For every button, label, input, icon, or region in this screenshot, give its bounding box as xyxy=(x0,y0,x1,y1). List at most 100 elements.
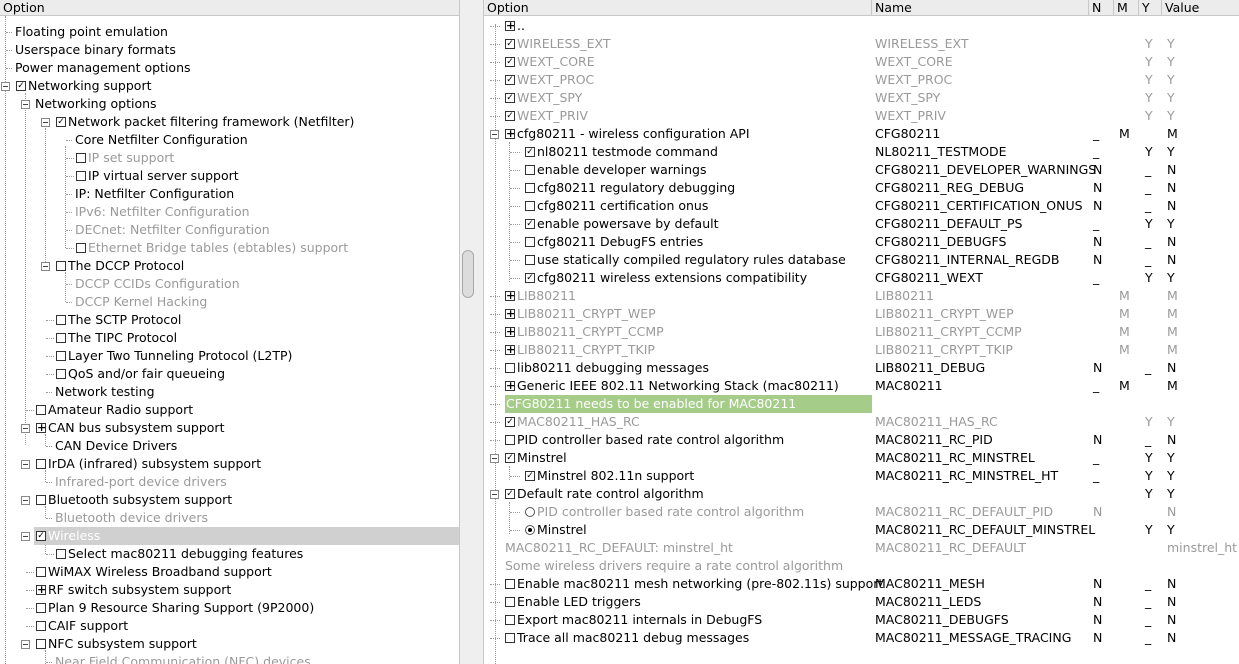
checkbox-checked-icon[interactable] xyxy=(505,489,515,499)
option-n-cell[interactable]: N xyxy=(1093,593,1102,611)
checkbox-unchecked-icon[interactable] xyxy=(76,243,86,253)
checkbox-checked-icon[interactable] xyxy=(16,81,26,91)
option-m-cell[interactable]: M xyxy=(1119,341,1130,359)
checkbox-unchecked-icon[interactable] xyxy=(36,621,46,631)
left-scrollbar-thumb[interactable] xyxy=(462,250,474,298)
option-n-cell[interactable]: N xyxy=(1093,431,1102,449)
checkbox-unchecked-icon[interactable] xyxy=(505,579,515,589)
option-row[interactable]: Minstrel MAC80211_RC_MINSTREL _ YY xyxy=(484,449,1239,467)
option-row[interactable]: Enable mac80211 mesh networking (pre-802… xyxy=(484,575,1239,593)
checkbox-unchecked-icon[interactable] xyxy=(505,363,515,373)
option-y-cell[interactable]: _ xyxy=(1145,359,1151,377)
option-y-cell[interactable]: Y xyxy=(1145,143,1153,161)
option-n-cell[interactable]: N xyxy=(1093,629,1102,647)
tree-row-ip-netfilter[interactable]: IP: Netfilter Configuration xyxy=(0,185,459,203)
option-row[interactable]: MAC80211_HAS_RC MAC80211_HAS_RC YY xyxy=(484,413,1239,431)
checkbox-unchecked-icon[interactable] xyxy=(525,201,535,211)
tree-row-tipc[interactable]: The TIPC Protocol xyxy=(0,329,459,347)
option-y-cell[interactable]: Y xyxy=(1145,449,1153,467)
tree-row-networking-options[interactable]: Networking options xyxy=(0,95,459,113)
checkbox-module-icon[interactable] xyxy=(505,21,515,31)
option-n-cell[interactable]: N xyxy=(1093,575,1102,593)
m-column-header[interactable]: M xyxy=(1114,0,1139,16)
collapse-icon[interactable] xyxy=(21,460,30,469)
option-n-cell[interactable]: N xyxy=(1093,179,1102,197)
option-y-cell[interactable]: Y xyxy=(1145,269,1153,287)
option-row[interactable]: WEXT_PRIV WEXT_PRIV YY xyxy=(484,107,1239,125)
option-y-cell[interactable]: Y xyxy=(1145,107,1153,125)
checkbox-unchecked-icon[interactable] xyxy=(56,369,66,379)
name-column-header[interactable]: Name xyxy=(872,0,1089,16)
option-y-cell[interactable]: _ xyxy=(1145,431,1151,449)
collapse-icon[interactable] xyxy=(490,454,499,463)
option-y-cell[interactable]: Y xyxy=(1145,71,1153,89)
checkbox-unchecked-icon[interactable] xyxy=(505,615,515,625)
checkbox-unchecked-icon[interactable] xyxy=(56,261,66,271)
option-y-cell[interactable]: _ xyxy=(1145,161,1151,179)
option-n-cell[interactable]: _ xyxy=(1093,125,1099,143)
checkbox-checked-icon[interactable] xyxy=(505,93,515,103)
checkbox-module-icon[interactable] xyxy=(505,381,515,391)
option-row[interactable]: Some wireless drivers require a rate con… xyxy=(484,557,1239,575)
tree-row-can-bus[interactable]: CAN bus subsystem support xyxy=(0,419,459,437)
option-row[interactable]: nl80211 testmode command NL80211_TESTMODE… xyxy=(484,143,1239,161)
tree-row-wimax[interactable]: WiMAX Wireless Broadband support xyxy=(0,563,459,581)
checkbox-checked-icon[interactable] xyxy=(525,219,535,229)
checkbox-unchecked-icon[interactable] xyxy=(76,171,86,181)
checkbox-checked-icon[interactable] xyxy=(525,147,535,157)
option-m-cell[interactable]: M xyxy=(1119,287,1130,305)
option-n-cell[interactable]: _ xyxy=(1093,449,1099,467)
tree-row-wireless-selected[interactable]: Wireless xyxy=(34,527,459,545)
option-n-cell[interactable]: N xyxy=(1093,251,1102,269)
tree-row-ipv6-netfilter[interactable]: IPv6: Netfilter Configuration xyxy=(0,203,459,221)
option-n-cell[interactable]: N xyxy=(1093,359,1102,377)
checkbox-unchecked-icon[interactable] xyxy=(56,315,66,325)
collapse-icon[interactable] xyxy=(21,532,30,541)
option-row[interactable]: Enable LED triggers MAC80211_LEDS N _ N xyxy=(484,593,1239,611)
checkbox-module-icon[interactable] xyxy=(505,327,515,337)
option-y-cell[interactable]: Y xyxy=(1145,467,1153,485)
option-n-cell[interactable]: _ xyxy=(1093,467,1099,485)
checkbox-module-icon[interactable] xyxy=(505,129,515,139)
option-m-cell[interactable]: M xyxy=(1119,305,1130,323)
option-m-cell[interactable]: M xyxy=(1119,377,1130,395)
option-y-cell[interactable]: Y xyxy=(1145,215,1153,233)
option-row[interactable]: LIB80211 LIB80211 M M xyxy=(484,287,1239,305)
checkbox-unchecked-icon[interactable] xyxy=(36,639,46,649)
tree-row-netfilter[interactable]: Network packet filtering framework (Netf… xyxy=(0,113,459,131)
tree-row-nfc-devices[interactable]: Near Field Communication (NFC) devices xyxy=(0,653,459,664)
option-y-cell[interactable]: Y xyxy=(1145,413,1153,431)
option-y-cell[interactable]: _ xyxy=(1145,179,1151,197)
option-row[interactable]: Default rate control algorithm YY xyxy=(484,485,1239,503)
checkbox-checked-icon[interactable] xyxy=(505,417,515,427)
checkbox-checked-icon[interactable] xyxy=(525,471,535,481)
option-n-cell[interactable]: N xyxy=(1093,161,1102,179)
tree-row-bluetooth[interactable]: Bluetooth subsystem support xyxy=(0,491,459,509)
checkbox-module-icon[interactable] xyxy=(505,291,515,301)
tree-row-wireless-controls[interactable] xyxy=(0,527,34,545)
checkbox-unchecked-icon[interactable] xyxy=(36,405,46,415)
checkbox-unchecked-icon[interactable] xyxy=(525,255,535,265)
tree-row-ebtables[interactable]: Ethernet Bridge tables (ebtables) suppor… xyxy=(0,239,459,257)
checkbox-unchecked-icon[interactable] xyxy=(525,183,535,193)
checkbox-unchecked-icon[interactable] xyxy=(525,237,535,247)
tree-row-irda[interactable]: IrDA (infrared) subsystem support xyxy=(0,455,459,473)
checkbox-module-icon[interactable] xyxy=(505,345,515,355)
tree-row-rf-switch[interactable]: RF switch subsystem support xyxy=(0,581,459,599)
checkbox-unchecked-icon[interactable] xyxy=(505,633,515,643)
option-y-cell[interactable]: Y xyxy=(1145,89,1153,107)
option-y-cell[interactable]: Y xyxy=(1145,35,1153,53)
checkbox-module-icon[interactable] xyxy=(36,585,46,595)
collapse-icon[interactable] xyxy=(490,130,499,139)
option-m-cell[interactable]: M xyxy=(1119,125,1130,143)
option-row[interactable]: lib80211 debugging messages LIB80211_DEBU… xyxy=(484,359,1239,377)
tree-row-amateur-radio[interactable]: Amateur Radio support xyxy=(0,401,459,419)
tree-row-userspace-binary[interactable]: Userspace binary formats xyxy=(0,41,459,59)
option-row[interactable]: WEXT_PROC WEXT_PROC YY xyxy=(484,71,1239,89)
checkbox-unchecked-icon[interactable] xyxy=(56,351,66,361)
option-column-header[interactable]: Option xyxy=(484,0,872,16)
option-row[interactable]: Export mac80211 internals in DebugFS MAC8… xyxy=(484,611,1239,629)
option-row[interactable]: CFG80211 needs to be enabled for MAC8021… xyxy=(484,395,1239,413)
option-y-cell[interactable]: _ xyxy=(1145,611,1151,629)
option-n-cell[interactable]: _ xyxy=(1093,377,1099,395)
